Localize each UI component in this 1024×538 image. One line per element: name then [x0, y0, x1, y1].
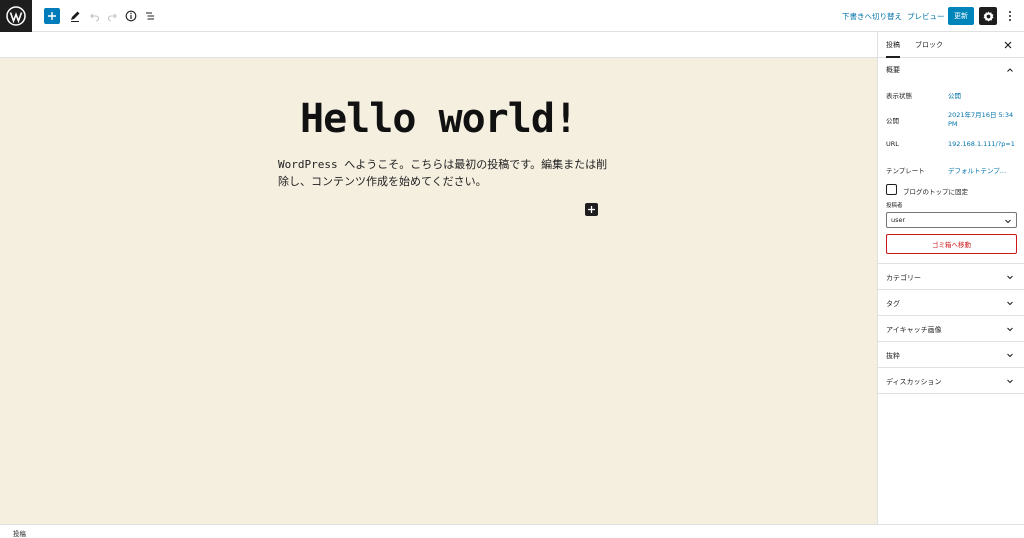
sticky-row: ブログのトップに固定 [878, 182, 1024, 200]
chevron-down-icon [1007, 353, 1013, 358]
visibility-label: 表示状態 [886, 92, 912, 100]
template-row: テンプレート デフォルトテンプ… [878, 157, 1024, 182]
undo-button[interactable] [85, 7, 103, 25]
move-to-trash-button[interactable]: ゴミ箱へ移動 [886, 234, 1017, 254]
settings-button[interactable] [979, 7, 997, 25]
excerpt-panel[interactable]: 抜粋 [878, 342, 1024, 368]
more-options-button[interactable] [1001, 7, 1019, 25]
tags-panel[interactable]: タグ [878, 290, 1024, 316]
breadcrumb-post[interactable]: 投稿 [13, 528, 26, 538]
summary-panel-toggle[interactable]: 概要 [878, 58, 1024, 82]
settings-sidebar: 投稿 ブロック 概要 表示状態 公開 公開 2021年7月16日 5:34 PM… [877, 32, 1024, 524]
block-toolbar-area [0, 32, 877, 58]
plus-icon [588, 206, 595, 213]
switch-to-draft-button[interactable]: 下書きへ切り替え [842, 11, 902, 22]
chevron-down-icon [1007, 301, 1013, 306]
add-block-button[interactable] [585, 203, 598, 216]
block-inserter-button[interactable] [44, 8, 60, 24]
info-icon [125, 10, 137, 22]
template-value[interactable]: デフォルトテンプ… [948, 165, 1006, 175]
excerpt-panel-title: 抜粋 [886, 352, 900, 360]
redo-icon [107, 13, 117, 22]
publish-date-value[interactable]: 2021年7月16日 5:34 PM [948, 111, 1020, 129]
summary-heading: 概要 [886, 66, 900, 74]
chevron-down-icon [1007, 327, 1013, 332]
tags-panel-title: タグ [886, 300, 900, 308]
url-value[interactable]: 192.168.1.111/?p=1 [948, 140, 1015, 148]
url-label: URL [886, 140, 899, 148]
editor-toolbar: 下書きへ切り替え プレビュー 更新 [0, 0, 1024, 32]
categories-panel[interactable]: カテゴリー [878, 264, 1024, 290]
author-selected-value: user [891, 216, 906, 224]
visibility-value[interactable]: 公開 [948, 90, 961, 100]
author-select[interactable]: user [886, 212, 1017, 228]
chevron-down-icon [1005, 219, 1011, 224]
list-view-button[interactable] [141, 7, 159, 25]
wordpress-logo-icon[interactable] [0, 0, 32, 32]
chevron-down-icon [1007, 379, 1013, 384]
vertical-ellipsis-icon [1009, 11, 1011, 21]
pencil-icon [71, 11, 80, 22]
undo-icon [90, 13, 100, 22]
chevron-down-icon [1007, 275, 1013, 280]
gear-icon [983, 10, 994, 22]
url-row: URL 192.168.1.111/?p=1 [878, 132, 1024, 157]
categories-panel-title: カテゴリー [886, 274, 921, 282]
chevron-up-icon [1007, 68, 1013, 72]
sticky-label[interactable]: ブログのトップに固定 [903, 186, 968, 196]
list-view-icon [146, 12, 154, 20]
visibility-row: 表示状態 公開 [878, 82, 1024, 107]
details-button[interactable] [122, 7, 140, 25]
tab-block[interactable]: ブロック [915, 32, 943, 58]
featured-image-panel-title: アイキャッチ画像 [886, 326, 942, 334]
block-breadcrumb-bar: 投稿 [0, 524, 1024, 538]
sticky-checkbox[interactable] [886, 184, 897, 195]
discussion-panel-title: ディスカッション [886, 378, 942, 386]
tab-post[interactable]: 投稿 [886, 32, 900, 58]
template-label: テンプレート [886, 167, 925, 175]
edit-tool-button[interactable] [66, 7, 84, 25]
block-editor: 下書きへ切り替え プレビュー 更新 Hello world! WordPress… [0, 0, 1024, 538]
paragraph-block[interactable]: WordPress へようこそ。こちらは最初の投稿です。編集または削除し、コンテ… [278, 156, 608, 190]
plus-icon [48, 12, 56, 20]
publish-row: 公開 2021年7月16日 5:34 PM [878, 107, 1024, 132]
redo-button[interactable] [104, 7, 122, 25]
post-title[interactable]: Hello world! [0, 96, 877, 142]
sidebar-tabs: 投稿 ブロック [878, 32, 1024, 58]
author-label: 投稿者 [886, 203, 903, 209]
discussion-panel[interactable]: ディスカッション [878, 368, 1024, 394]
update-button[interactable]: 更新 [948, 7, 974, 25]
close-icon [1004, 41, 1012, 49]
featured-image-panel[interactable]: アイキャッチ画像 [878, 316, 1024, 342]
publish-label: 公開 [886, 117, 899, 125]
close-sidebar-button[interactable] [1002, 39, 1014, 51]
preview-button[interactable]: プレビュー [907, 11, 945, 22]
editor-canvas[interactable]: Hello world! WordPress へようこそ。こちらは最初の投稿です… [0, 58, 877, 524]
